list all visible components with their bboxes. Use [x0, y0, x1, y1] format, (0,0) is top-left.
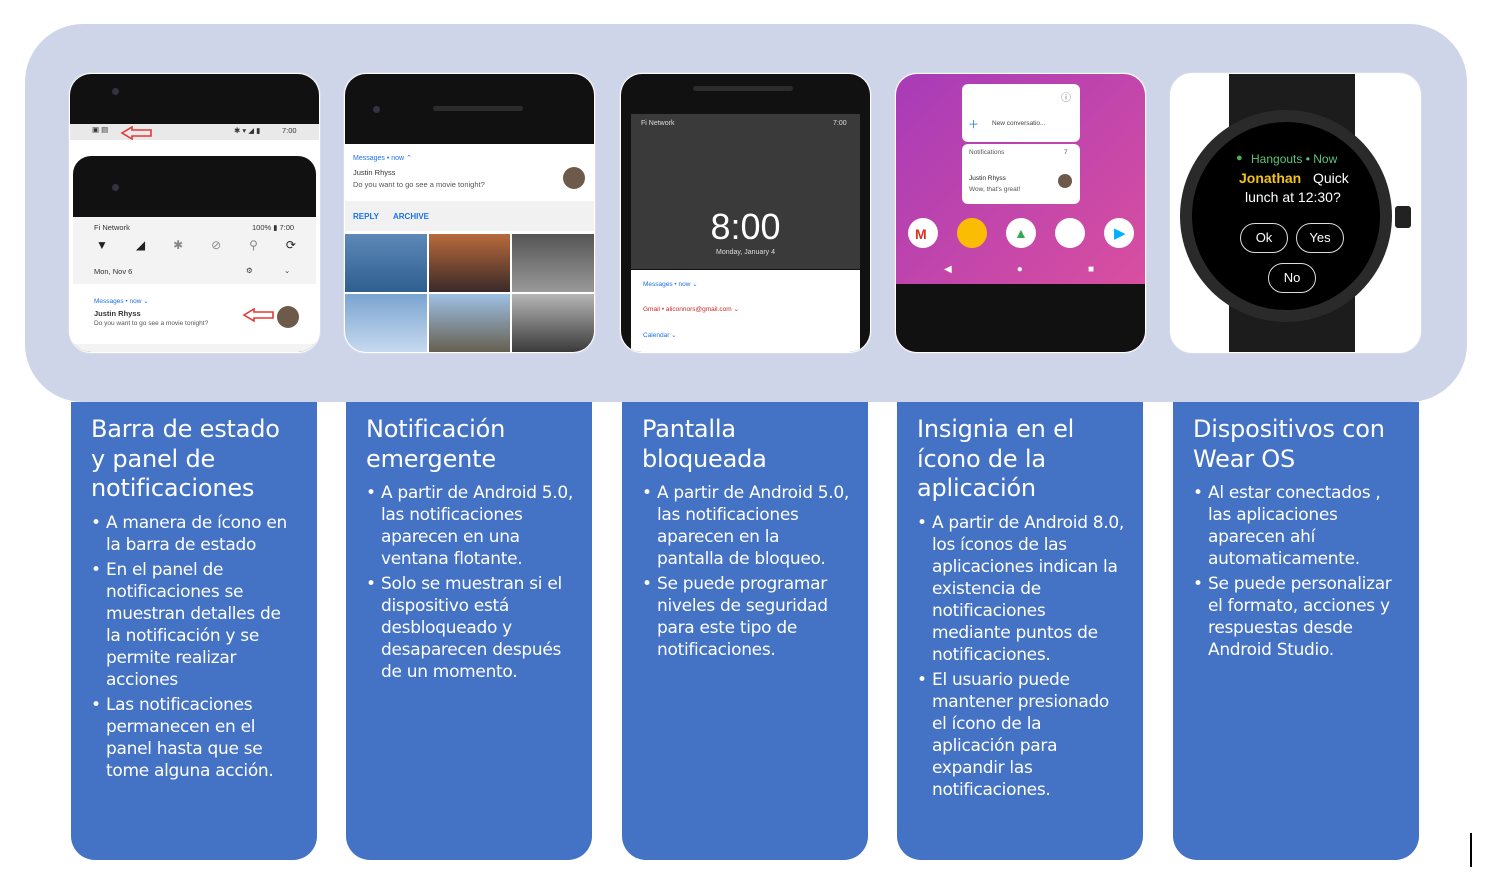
- recents-icon[interactable]: ■: [1088, 264, 1094, 275]
- ok-button[interactable]: Ok: [1240, 223, 1288, 253]
- card-title: Pantalla bloqueada: [642, 415, 767, 473]
- lock-screen-screenshot: Fi Network 7:00 8:00 Monday, January 4 M…: [620, 73, 871, 353]
- settings-icon[interactable]: ⚙: [246, 266, 253, 275]
- notif-sender: Justin Rhyss: [353, 168, 396, 177]
- notif-message: Wow, that's great!: [969, 186, 1021, 193]
- yes-button[interactable]: Yes: [1296, 223, 1344, 253]
- app-badge-screenshot: ⓘ ＋ New conversatio... Notifications 7 J…: [895, 73, 1146, 353]
- app-dock: M ▲ ▶: [908, 218, 1134, 248]
- add-icon[interactable]: ＋: [968, 116, 979, 132]
- bullet-list: Al estar conectados , las aplicaciones a…: [1193, 482, 1401, 661]
- wear-os-screenshot: ● Hangouts • Now Jonathan Quick lunch at…: [1170, 73, 1421, 353]
- card-title: Barra de estado y panel de notificacione…: [91, 415, 280, 502]
- bullet-item: El usuario puede mantener presionado el …: [917, 669, 1125, 801]
- lock-notif-calendar[interactable]: Calendar ⌄: [643, 331, 677, 339]
- bluetooth-icon[interactable]: ✱: [173, 238, 183, 252]
- home-icon[interactable]: ●: [1017, 264, 1023, 275]
- bullet-list: A partir de Android 5.0, las notificacio…: [642, 482, 850, 661]
- reply-button[interactable]: REPLY: [353, 212, 379, 221]
- bullet-item: Se puede programar niveles de seguridad …: [642, 573, 850, 661]
- notif-sender: Justin Rhyss: [969, 175, 1006, 182]
- lock-date: Monday, January 4: [715, 249, 775, 256]
- no-button[interactable]: No: [1268, 263, 1316, 293]
- card-status-bar: Barra de estado y panel de notificacione…: [71, 402, 317, 860]
- card-wear-os: Dispositivos con Wear OS Al estar conect…: [1173, 402, 1419, 860]
- photo-grid: [345, 234, 594, 352]
- arrow-icon: [120, 126, 152, 140]
- apps-folder-icon[interactable]: [1055, 218, 1085, 248]
- bullet-list: A manera de ícono en la barra de estado …: [91, 512, 299, 782]
- bullet-list: A partir de Android 8.0, los íconos de l…: [917, 512, 1125, 801]
- play-store-icon[interactable]: ▶: [1104, 218, 1134, 248]
- watch-app-line: Hangouts • Now: [1251, 152, 1338, 166]
- bullet-item: A partir de Android 8.0, los íconos de l…: [917, 512, 1125, 666]
- info-icon[interactable]: ⓘ: [1061, 89, 1071, 104]
- bullet-item: Las notificaciones permanecen en el pane…: [91, 694, 299, 782]
- network-label: Fi Network: [641, 120, 675, 127]
- notif-sender: Justin Rhyss: [94, 309, 141, 318]
- bullet-item: A partir de Android 5.0, las notificacio…: [642, 482, 850, 570]
- statusbar-icons: ▣ ▤: [92, 125, 109, 134]
- status-time: 7:00: [282, 126, 297, 135]
- notif-message: Do you want to go see a movie tonight?: [353, 180, 485, 189]
- date-label: Mon, Nov 6: [94, 267, 133, 276]
- notif-app-label: Messages • now ⌃: [353, 155, 412, 162]
- allo-icon[interactable]: [957, 218, 987, 248]
- dnd-icon[interactable]: ⊘: [211, 238, 221, 252]
- card-lock-screen: Pantalla bloqueada A partir de Android 5…: [622, 402, 868, 860]
- back-icon[interactable]: ◀: [944, 264, 952, 275]
- bullet-item: Solo se muestran si el dispositivo está …: [366, 573, 574, 683]
- card-heads-up: Notificación emergente A partir de Andro…: [346, 402, 592, 860]
- signal-icon[interactable]: ◢: [136, 238, 145, 252]
- bullet-item: A partir de Android 5.0, las notificacio…: [366, 482, 574, 570]
- bullet-item: Se puede personalizar el formato, accion…: [1193, 573, 1401, 661]
- wifi-icon[interactable]: ▼: [96, 238, 108, 252]
- status-bar-screenshot: ▣ ▤ ✱ ▾ ◢ ▮ 7:00 Fi Network 100% ▮ 7:00 …: [69, 73, 320, 353]
- avatar: [277, 306, 299, 328]
- notif-app-label: Messages • now ⌄: [94, 298, 149, 305]
- gmail-icon[interactable]: M: [908, 218, 938, 248]
- card-title: Insignia en el ícono de la aplicación: [917, 415, 1075, 502]
- lock-notif-gmail[interactable]: Gmail • aliconnors@gmail.com ⌄: [643, 305, 739, 313]
- nav-bar: ◀ ● ■: [944, 264, 1094, 275]
- watch-text1: Quick: [1313, 170, 1349, 186]
- flashlight-icon[interactable]: ⚲: [249, 238, 258, 252]
- arrow-icon: [242, 308, 274, 322]
- bullet-item: A manera de ícono en la barra de estado: [91, 512, 299, 556]
- card-title: Dispositivos con Wear OS: [1193, 415, 1385, 473]
- card-title: Notificación emergente: [366, 415, 506, 473]
- archive-button[interactable]: ARCHIVE: [393, 212, 429, 221]
- heads-up-screenshot: Messages • now ⌃ Justin Rhyss Do you wan…: [344, 73, 595, 353]
- notif-message: Do you want to go see a movie tonight?: [94, 320, 209, 327]
- battery-label: 100% ▮ 7:00: [252, 223, 295, 232]
- quick-settings-row: ▼ ◢ ✱ ⊘ ⚲ ⟳: [96, 238, 296, 252]
- bullet-item: Al estar conectados , las aplicaciones a…: [1193, 482, 1401, 570]
- network-label: Fi Network: [94, 223, 130, 232]
- rotate-icon[interactable]: ⟳: [286, 238, 296, 252]
- chevron-down-icon[interactable]: ⌄: [284, 266, 290, 275]
- lock-clock: 8:00: [710, 206, 781, 247]
- avatar: [563, 167, 585, 189]
- drive-icon[interactable]: ▲: [1006, 218, 1036, 248]
- location-icon: ●: [1236, 152, 1243, 164]
- watch-sender: Jonathan: [1239, 170, 1302, 186]
- status-time: 7:00: [833, 120, 847, 127]
- avatar: [1058, 174, 1072, 188]
- card-app-badge: Insignia en el ícono de la aplicación A …: [897, 402, 1143, 860]
- watch-text2: lunch at 12:30?: [1245, 189, 1341, 205]
- divider-line: [1470, 833, 1472, 867]
- notif-header: Notifications: [969, 149, 1005, 156]
- lock-notif-messages[interactable]: Messages • now ⌄: [643, 280, 698, 288]
- bullet-list: A partir de Android 5.0, las notificacio…: [366, 482, 574, 683]
- bullet-item: En el panel de notificaciones se muestra…: [91, 559, 299, 691]
- notif-count: 7: [1064, 149, 1068, 156]
- shortcut-label[interactable]: New conversatio...: [992, 120, 1045, 127]
